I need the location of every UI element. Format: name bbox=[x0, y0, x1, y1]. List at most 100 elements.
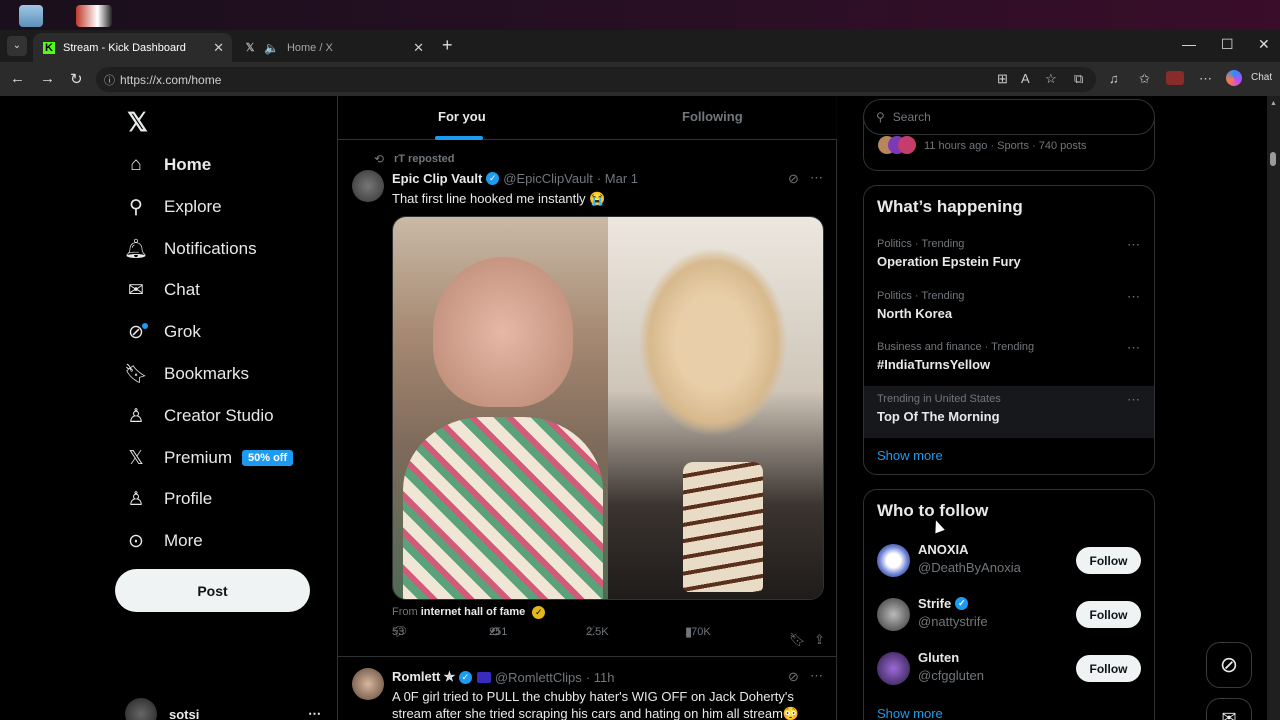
page-scrollbar[interactable]: ▲ bbox=[1267, 96, 1280, 720]
verified-gold-icon: ✓ bbox=[532, 606, 546, 619]
tab-kick-dashboard[interactable]: K Stream - Kick Dashboard ✕ bbox=[33, 33, 232, 62]
follow-button[interactable]: Follow bbox=[1076, 547, 1141, 574]
avatar[interactable] bbox=[352, 668, 384, 700]
trend-item[interactable]: Politics · Trending North Korea ⋯ bbox=[864, 283, 1154, 335]
address-field[interactable]: ⓘ https://x.com/home bbox=[96, 67, 1096, 92]
tab-list-chevron-icon[interactable]: ⌄ bbox=[7, 36, 27, 56]
kick-icon: K bbox=[43, 41, 55, 54]
sidebar-item-label: Home bbox=[164, 155, 212, 174]
follow-suggestion[interactable]: ANOXIA @DeathByAnoxia Follow bbox=[864, 535, 1154, 587]
suggestion-handle: @nattystrife bbox=[918, 614, 988, 629]
trend-title: Top Of The Morning bbox=[877, 409, 1000, 424]
suggestion-handle: @DeathByAnoxia bbox=[918, 560, 1021, 575]
sidebar-item-premium[interactable]: 𝕏 Premium 50% off bbox=[123, 440, 294, 476]
media-control-icon[interactable]: ♫ bbox=[1109, 71, 1119, 86]
window-close-icon[interactable]: ✕ bbox=[1258, 36, 1270, 53]
tweet-time[interactable]: · Mar 1 bbox=[597, 171, 638, 186]
trend-more-icon[interactable]: ⋯ bbox=[1127, 340, 1140, 356]
back-icon[interactable]: ← bbox=[10, 70, 25, 87]
trend-more-icon[interactable]: ⋯ bbox=[1127, 237, 1140, 253]
read-aloud-icon[interactable]: A bbox=[1021, 71, 1030, 86]
sidebar-item-label: Explore bbox=[164, 197, 222, 216]
trend-more-icon[interactable]: ⋯ bbox=[1127, 289, 1140, 305]
tweet-time[interactable]: · 11h bbox=[586, 670, 615, 685]
sidebar-item-more[interactable]: ⊙ More bbox=[123, 523, 203, 559]
grok-explain-icon[interactable]: ⊘ bbox=[788, 171, 799, 187]
follow-button[interactable]: Follow bbox=[1076, 655, 1141, 682]
scrollbar-thumb[interactable] bbox=[1270, 152, 1276, 166]
reload-icon[interactable]: ↻ bbox=[70, 70, 83, 88]
sidebar-item-bookmarks[interactable]: 🔖︎ Bookmarks bbox=[123, 356, 249, 392]
trend-item[interactable]: Trending in United States Top Of The Mor… bbox=[864, 386, 1154, 438]
close-tab-icon[interactable]: ✕ bbox=[413, 40, 424, 56]
like-count: 2.5K bbox=[586, 626, 609, 638]
sports-event-card[interactable]: 11 hours ago · Sports · 740 posts bbox=[863, 116, 1155, 171]
maximize-icon[interactable]: ☐ bbox=[1221, 36, 1234, 53]
sidebar-item-explore[interactable]: ⚲ Explore bbox=[123, 189, 222, 225]
source-account[interactable]: internet hall of fame bbox=[421, 606, 526, 618]
extensions-icon[interactable]: ⧉ bbox=[1074, 71, 1083, 87]
tweet-more-icon[interactable]: ⋯ bbox=[810, 170, 823, 186]
sidebar-item-profile[interactable]: ♙ Profile bbox=[123, 481, 212, 517]
sidebar-item-home[interactable]: ⌂ Home bbox=[123, 147, 211, 183]
tweet-text: A 0F girl tried to PULL the chubby hater… bbox=[392, 689, 800, 720]
sidebar-item-creator-studio[interactable]: ♙ Creator Studio bbox=[123, 398, 273, 434]
trend-item[interactable]: Politics · Trending Operation Epstein Fu… bbox=[864, 231, 1154, 283]
tab-home-x[interactable]: 𝕏 🔈 Home / X ✕ bbox=[234, 33, 432, 62]
show-more-link[interactable]: Show more bbox=[877, 706, 943, 720]
trend-more-icon[interactable]: ⋯ bbox=[1127, 392, 1140, 408]
sidebar-item-grok[interactable]: ⊘ Grok bbox=[123, 314, 201, 350]
x-logo-icon[interactable]: 𝕏 bbox=[127, 107, 148, 138]
tweet-media[interactable] bbox=[392, 216, 824, 600]
copilot-icon[interactable] bbox=[1226, 70, 1242, 86]
follow-suggestion[interactable]: Strife ✓ @nattystrife Follow bbox=[864, 589, 1154, 641]
show-more-link[interactable]: Show more bbox=[877, 448, 943, 463]
bell-icon: 🔔︎ bbox=[123, 239, 149, 260]
follow-suggestion[interactable]: Gluten @cfggluten Follow bbox=[864, 643, 1154, 695]
avatar[interactable] bbox=[352, 170, 384, 202]
tweet-source: From internet hall of fame ✓ bbox=[392, 606, 546, 619]
tweet-more-icon[interactable]: ⋯ bbox=[810, 668, 823, 684]
account-more-icon[interactable]: ⋯ bbox=[308, 706, 321, 720]
account-switcher[interactable]: sotsi ⋯ bbox=[125, 698, 321, 720]
grok-explain-icon[interactable]: ⊘ bbox=[788, 669, 799, 685]
mail-icon: ✉ bbox=[128, 279, 144, 301]
app-available-icon[interactable]: ⊞ bbox=[997, 71, 1008, 87]
messages-floating-button[interactable]: ✉ bbox=[1206, 698, 1252, 720]
minimize-icon[interactable]: — bbox=[1182, 36, 1196, 52]
tweet-author-name[interactable]: Romlett ✯ bbox=[392, 669, 455, 685]
active-tab-indicator bbox=[435, 136, 483, 140]
new-tab-icon[interactable]: + bbox=[442, 35, 453, 56]
sidebar-item-notifications[interactable]: 🔔︎ Notifications bbox=[123, 231, 257, 267]
tweet-author-handle[interactable]: @EpicClipVault bbox=[503, 171, 593, 186]
trend-item[interactable]: Business and finance · Trending #IndiaTu… bbox=[864, 334, 1154, 386]
site-info-icon[interactable]: ⓘ bbox=[104, 72, 115, 88]
sidebar-item-chat[interactable]: ✉ Chat bbox=[123, 272, 200, 308]
tweet-author-name[interactable]: Epic Clip Vault bbox=[392, 171, 482, 186]
tweet-author-handle[interactable]: @RomlettClips bbox=[495, 670, 582, 685]
arc-raiders-icon[interactable] bbox=[76, 5, 112, 27]
recycle-bin-icon[interactable] bbox=[19, 5, 43, 27]
event-meta: 11 hours ago · Sports · 740 posts bbox=[924, 140, 1087, 152]
profile-avatar-icon[interactable] bbox=[1166, 71, 1184, 85]
chat-button[interactable]: Chat bbox=[1251, 72, 1272, 83]
browser-menu-icon[interactable]: ⋯ bbox=[1199, 71, 1212, 87]
discount-badge: 50% off bbox=[242, 450, 294, 466]
divider bbox=[338, 656, 837, 657]
close-tab-icon[interactable]: ✕ bbox=[213, 40, 224, 56]
grok-floating-button[interactable]: ⊘ bbox=[1206, 642, 1252, 688]
post-button[interactable]: Post bbox=[115, 569, 310, 612]
share-icon[interactable]: ⇪ bbox=[814, 632, 825, 648]
trend-category: Politics · Trending bbox=[877, 238, 965, 250]
favorites-icon[interactable]: ✩ bbox=[1139, 71, 1150, 87]
scroll-up-icon[interactable]: ▲ bbox=[1270, 100, 1277, 107]
mail-icon: ✉ bbox=[1221, 707, 1237, 720]
timeline-tabs: For you Following bbox=[338, 96, 837, 140]
tab-for-you[interactable]: For you bbox=[438, 109, 486, 124]
bookmark-icon[interactable]: 🔖︎ bbox=[789, 632, 806, 648]
favorite-star-icon[interactable]: ☆ bbox=[1045, 71, 1057, 87]
tab-following[interactable]: Following bbox=[682, 109, 743, 124]
speaker-icon[interactable]: 🔈 bbox=[264, 41, 279, 55]
follow-button[interactable]: Follow bbox=[1076, 601, 1141, 628]
forward-icon[interactable]: → bbox=[40, 70, 55, 87]
